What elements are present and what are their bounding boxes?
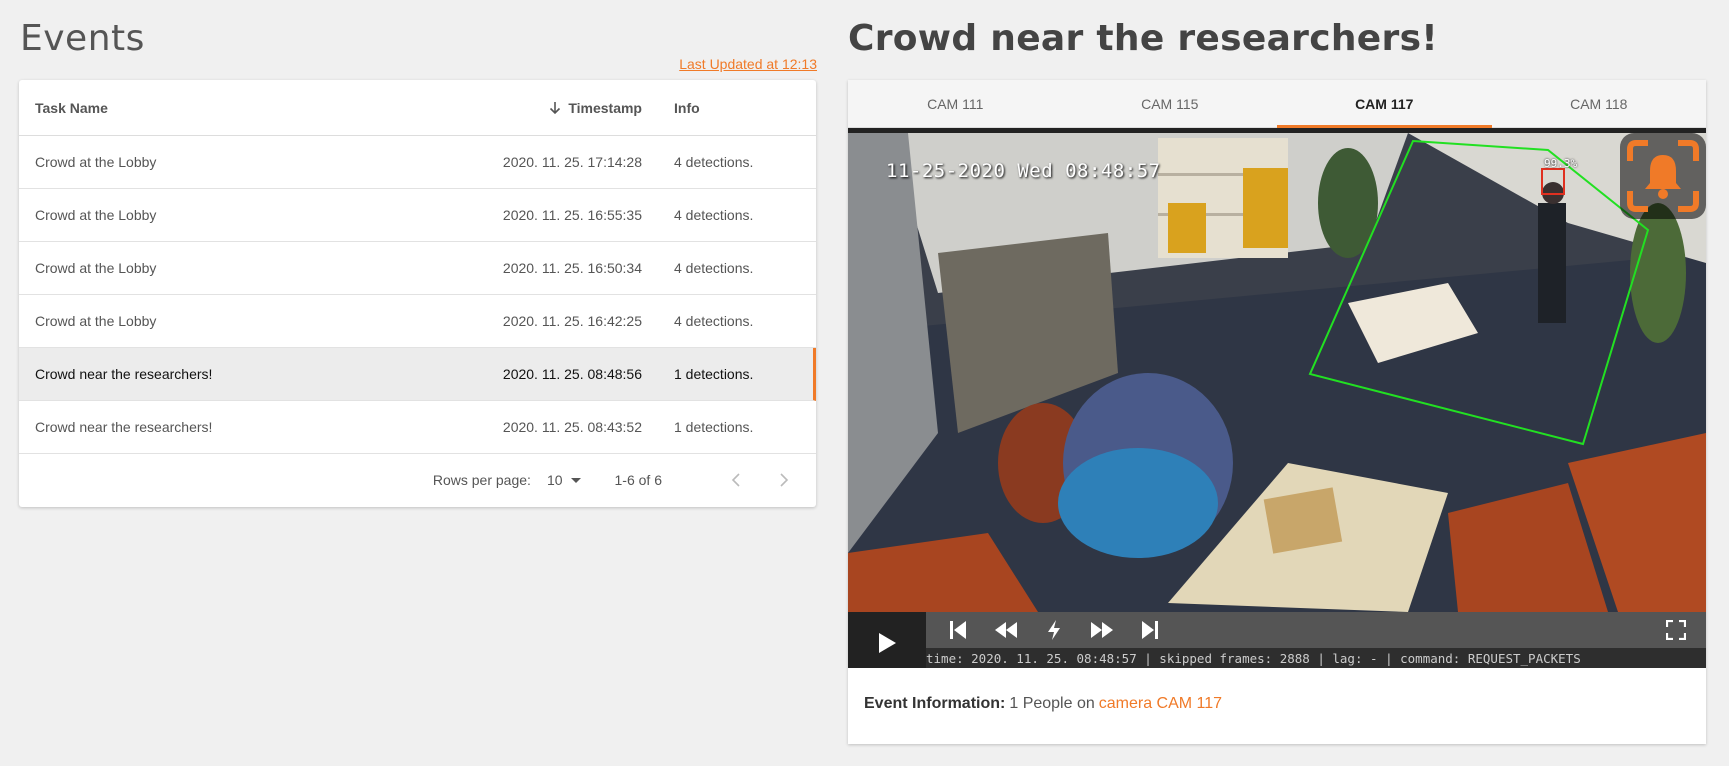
- events-title: Events: [20, 18, 145, 59]
- row-timestamp: 2020. 11. 25. 16:42:25: [502, 313, 642, 329]
- play-icon: [879, 633, 896, 653]
- live-button[interactable]: [1036, 612, 1072, 648]
- table-footer: Rows per page: 10 1-6 of 6: [19, 454, 816, 506]
- tab-cam-117[interactable]: CAM 117: [1277, 80, 1492, 128]
- row-task-name: Crowd at the Lobby: [35, 207, 157, 223]
- tab-cam-118[interactable]: CAM 118: [1492, 80, 1707, 127]
- event-info-text: 1 People on: [1009, 695, 1095, 712]
- pagination-range: 1-6 of 6: [614, 472, 662, 488]
- detection-confidence: 99.3%: [1544, 157, 1578, 170]
- video-player[interactable]: 11-25-2020 Wed 08:48:57 99.3%: [848, 128, 1706, 612]
- row-info: 4 detections.: [674, 154, 754, 170]
- lightning-icon: [1048, 620, 1060, 641]
- table-row[interactable]: Crowd at the Lobby 2020. 11. 25. 16:55:35…: [19, 189, 816, 242]
- next-page-button[interactable]: [770, 466, 798, 494]
- row-info: 1 detections.: [674, 419, 754, 435]
- tab-cam-111[interactable]: CAM 111: [848, 80, 1063, 127]
- row-task-name: Crowd at the Lobby: [35, 154, 157, 170]
- fullscreen-icon: [1666, 620, 1686, 641]
- alarm-button[interactable]: [1620, 133, 1706, 219]
- play-button[interactable]: [848, 612, 926, 668]
- row-timestamp: 2020. 11. 25. 08:43:52: [502, 419, 642, 435]
- row-info: 4 detections.: [674, 207, 754, 223]
- row-timestamp: 2020. 11. 25. 16:55:35: [502, 207, 642, 223]
- table-header: Task Name Timestamp Info: [19, 80, 816, 136]
- table-row[interactable]: Crowd at the Lobby 2020. 11. 25. 16:50:34…: [19, 242, 816, 295]
- event-information: Event Information: 1 People on camera CA…: [848, 668, 1706, 740]
- table-body: Crowd at the Lobby 2020. 11. 25. 17:14:28…: [19, 136, 816, 454]
- rows-per-page-label: Rows per page:: [432, 472, 531, 488]
- control-bar: [926, 612, 1706, 649]
- camera-frame: [848, 133, 1706, 612]
- header-info[interactable]: Info: [642, 100, 816, 116]
- sort-arrow-down-icon: [550, 101, 561, 114]
- event-title: Crowd near the researchers!: [848, 18, 1439, 59]
- skip-end-button[interactable]: [1132, 612, 1168, 648]
- row-task-name: Crowd at the Lobby: [35, 313, 157, 329]
- row-timestamp: 2020. 11. 25. 16:50:34: [502, 260, 642, 276]
- chevron-right-icon: [780, 473, 789, 487]
- row-task-name: Crowd near the researchers!: [35, 419, 213, 435]
- caret-down-icon: [570, 477, 581, 483]
- table-row[interactable]: Crowd near the researchers! 2020. 11. 25.…: [19, 401, 816, 454]
- table-row[interactable]: Crowd at the Lobby 2020. 11. 25. 16:42:25…: [19, 295, 816, 348]
- row-task-name: Crowd at the Lobby: [35, 260, 157, 276]
- table-row[interactable]: Crowd at the Lobby 2020. 11. 25. 17:14:28…: [19, 136, 816, 189]
- rows-per-page-value: 10: [546, 472, 563, 488]
- events-table: Task Name Timestamp Info Crowd at the Lo…: [19, 80, 816, 507]
- event-info-label: Event Information:: [864, 695, 1006, 712]
- skip-end-icon: [1142, 621, 1158, 640]
- rewind-icon: [995, 622, 1017, 639]
- alarm-bell-icon: [1627, 140, 1699, 212]
- row-info: 4 detections.: [674, 313, 754, 329]
- fullscreen-button[interactable]: [1658, 612, 1694, 648]
- header-timestamp[interactable]: Timestamp: [419, 100, 642, 116]
- last-updated-link[interactable]: Last Updated at 12:13: [679, 56, 817, 72]
- header-timestamp-label: Timestamp: [568, 99, 642, 116]
- tab-cam-115[interactable]: CAM 115: [1063, 80, 1278, 127]
- camera-link[interactable]: camera CAM 117: [1099, 695, 1222, 713]
- row-timestamp: 2020. 11. 25. 17:14:28: [502, 154, 642, 170]
- row-timestamp: 2020. 11. 25. 08:48:56: [502, 366, 642, 382]
- camera-tabs: CAM 111 CAM 115 CAM 117 CAM 118: [848, 80, 1706, 128]
- row-task-name: Crowd near the researchers!: [35, 366, 213, 382]
- header-task-name[interactable]: Task Name: [19, 100, 419, 116]
- chevron-left-icon: [731, 473, 740, 487]
- control-bar-area: time: 2020. 11. 25. 08:48:57 | skipped f…: [926, 612, 1706, 668]
- skip-start-icon: [950, 621, 966, 640]
- camera-overlay-timestamp: 11-25-2020 Wed 08:48:57: [886, 160, 1161, 182]
- fast-forward-button[interactable]: [1084, 612, 1120, 648]
- rewind-button[interactable]: [988, 612, 1024, 648]
- skip-start-button[interactable]: [940, 612, 976, 648]
- player-controls: time: 2020. 11. 25. 08:48:57 | skipped f…: [848, 612, 1706, 668]
- fast-forward-icon: [1091, 622, 1113, 639]
- row-info: 4 detections.: [674, 260, 754, 276]
- camera-panel: CAM 111 CAM 115 CAM 117 CAM 118 11-25-20…: [848, 80, 1706, 744]
- prev-page-button[interactable]: [722, 466, 750, 494]
- stream-stats: time: 2020. 11. 25. 08:48:57 | skipped f…: [926, 648, 1706, 668]
- rows-per-page-select[interactable]: 10: [547, 472, 581, 488]
- row-info: 1 detections.: [674, 366, 754, 382]
- table-row[interactable]: Crowd near the researchers! 2020. 11. 25.…: [19, 348, 816, 401]
